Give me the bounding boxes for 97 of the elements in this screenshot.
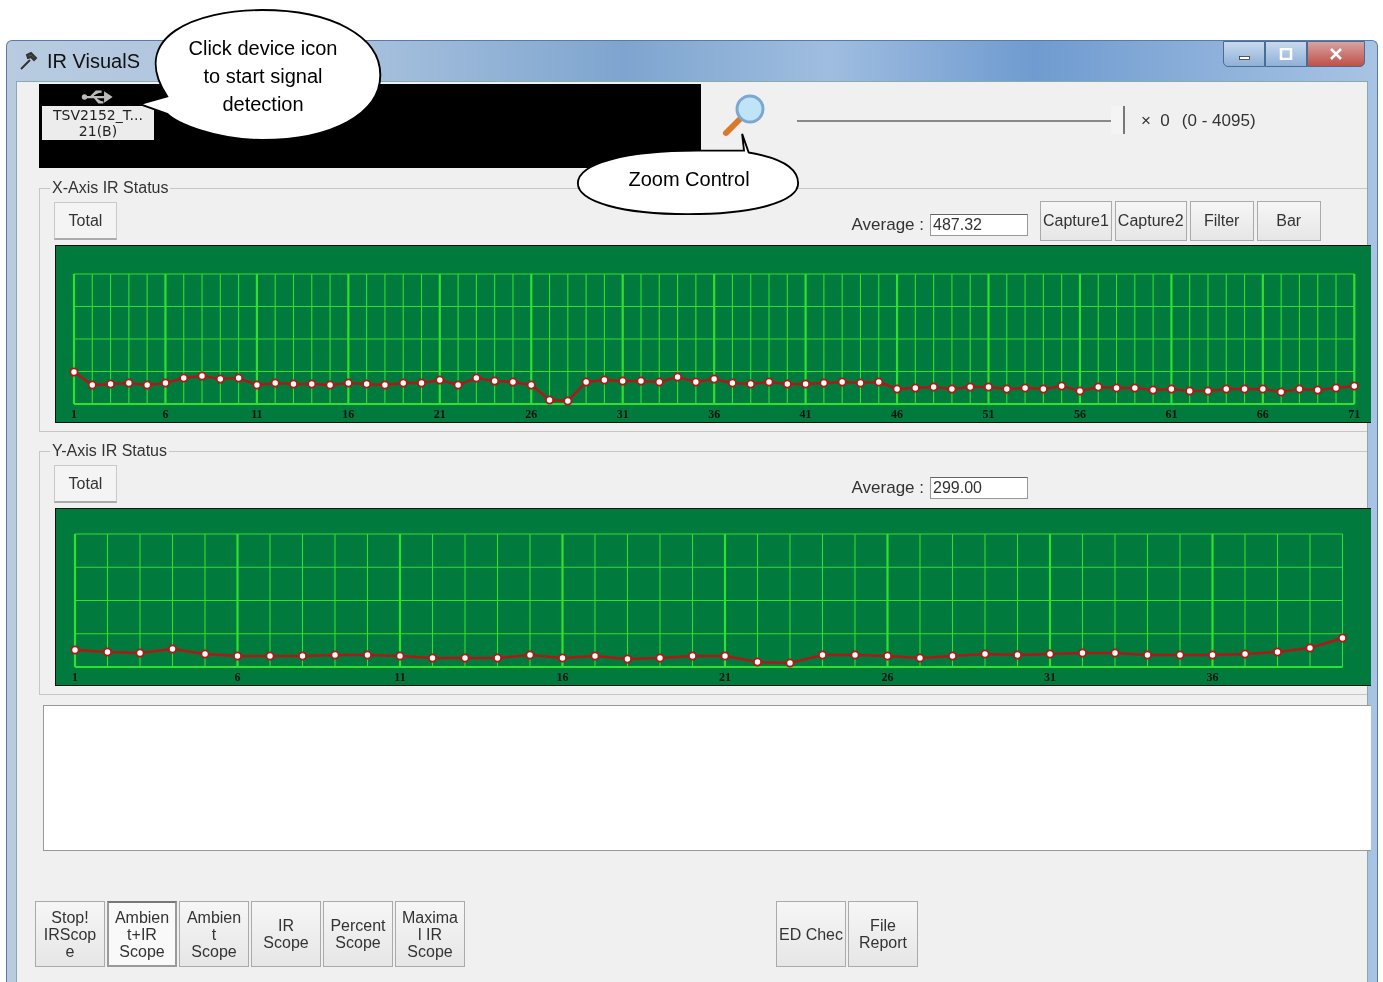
- data-point: [265, 651, 275, 661]
- data-point: [168, 644, 177, 654]
- maximize-button[interactable]: [1265, 41, 1307, 67]
- average-label: Average :: [851, 478, 924, 498]
- data-point: [1240, 649, 1250, 659]
- data-point: [330, 650, 340, 660]
- slider-thumb[interactable]: [1111, 106, 1125, 134]
- axis-label: 36: [708, 407, 721, 421]
- axis-label: 6: [234, 670, 241, 684]
- data-point: [818, 650, 827, 660]
- data-point: [1338, 633, 1347, 643]
- data-point: [1208, 650, 1217, 660]
- device-item[interactable]: TSV2152_T... 21(B): [41, 88, 155, 140]
- toolbar-button[interactable]: Bar: [1256, 201, 1321, 241]
- report-button[interactable]: File Report: [848, 901, 918, 967]
- callout-text: Click device icon to start signal detection: [188, 36, 338, 117]
- data-point: [785, 658, 795, 668]
- data-point: [623, 654, 632, 664]
- data-point: [428, 653, 437, 663]
- data-point: [655, 653, 665, 663]
- average-field[interactable]: 299.00: [930, 477, 1028, 499]
- total-tab[interactable]: Total: [54, 202, 117, 240]
- data-point: [1305, 643, 1315, 653]
- axis-label: 51: [982, 407, 995, 421]
- zoom-range: (0 - 4095): [1181, 111, 1256, 131]
- axis-label: 11: [394, 670, 406, 684]
- axis-label: 31: [616, 407, 629, 421]
- group-title: Y-Axis IR Status: [51, 442, 168, 460]
- axis-label: 21: [719, 670, 731, 684]
- close-button[interactable]: [1307, 41, 1365, 67]
- axis-label: 6: [162, 407, 169, 421]
- zoom-slider[interactable]: [797, 106, 1125, 136]
- data-point: [558, 653, 567, 663]
- data-point: [70, 645, 80, 655]
- data-point: [688, 651, 697, 661]
- report-button[interactable]: ED Chec: [776, 901, 846, 967]
- data-point: [883, 651, 892, 661]
- data-point: [753, 657, 762, 667]
- axis-label: 46: [891, 407, 904, 421]
- window-title: IR VisualS: [47, 49, 140, 73]
- data-point: [915, 653, 925, 663]
- data-point: [1273, 647, 1282, 657]
- scope-button[interactable]: Maxima l IR Scope: [395, 901, 465, 967]
- axis-label: 31: [1044, 670, 1056, 684]
- scope-button[interactable]: Stop! IRScop e: [35, 901, 105, 967]
- toolbar-button[interactable]: Filter: [1189, 201, 1254, 241]
- data-point: [1175, 650, 1185, 660]
- toolbar-button[interactable]: Capture2: [1114, 201, 1187, 241]
- data-point: [948, 651, 957, 661]
- data-point: [850, 650, 860, 660]
- hammer-icon: [19, 51, 39, 71]
- data-point: [1013, 650, 1022, 660]
- minimize-button[interactable]: [1223, 41, 1265, 67]
- axis-label: 61: [1165, 407, 1178, 421]
- axis-label: 56: [1073, 407, 1086, 421]
- scope-button[interactable]: IR Scope: [251, 901, 321, 967]
- axis-label: 26: [525, 407, 538, 421]
- data-point: [720, 651, 730, 661]
- axis-label: 71: [1348, 407, 1361, 421]
- data-point: [298, 651, 307, 661]
- scope-button[interactable]: Ambien t+IR Scope: [107, 901, 177, 967]
- axis-label: 16: [556, 670, 569, 684]
- zoom-value: × 0: [1141, 111, 1170, 131]
- data-point: [1143, 650, 1152, 660]
- data-point: [1110, 648, 1120, 658]
- data-point: [493, 653, 502, 663]
- data-point: [525, 650, 535, 660]
- axis-label: 21: [433, 407, 446, 421]
- axis-label: 1: [72, 670, 78, 684]
- average-label: Average :: [851, 215, 924, 235]
- data-point: [200, 649, 210, 659]
- axis-label: 66: [1256, 407, 1269, 421]
- data-point: [980, 649, 990, 659]
- axis-label: 36: [1206, 670, 1219, 684]
- average-field[interactable]: 487.32: [930, 214, 1028, 236]
- data-point: [103, 647, 112, 657]
- data-point: [395, 651, 405, 661]
- axis-label: 16: [342, 407, 355, 421]
- scope-button[interactable]: Ambien t Scope: [179, 901, 249, 967]
- data-point: [135, 648, 145, 658]
- toolbar-button[interactable]: Capture1: [1040, 201, 1112, 241]
- axis-label: 41: [799, 407, 812, 421]
- axis-label: 1: [71, 407, 77, 421]
- group-title: X-Axis IR Status: [51, 179, 170, 197]
- data-point: [233, 651, 242, 661]
- axis-label: 11: [251, 407, 263, 421]
- data-point: [460, 653, 470, 663]
- data-point: [1045, 649, 1055, 659]
- minimize-icon: [1238, 56, 1250, 60]
- scope-button[interactable]: Percent Scope: [323, 901, 393, 967]
- callout-text: Zoom Control: [627, 167, 751, 192]
- axis-label: 26: [881, 670, 894, 684]
- data-point: [1078, 648, 1087, 658]
- device-label: TSV2152_T... 21(B): [42, 106, 154, 140]
- data-point: [590, 651, 600, 661]
- total-tab[interactable]: Total: [54, 465, 117, 503]
- data-point: [363, 650, 372, 660]
